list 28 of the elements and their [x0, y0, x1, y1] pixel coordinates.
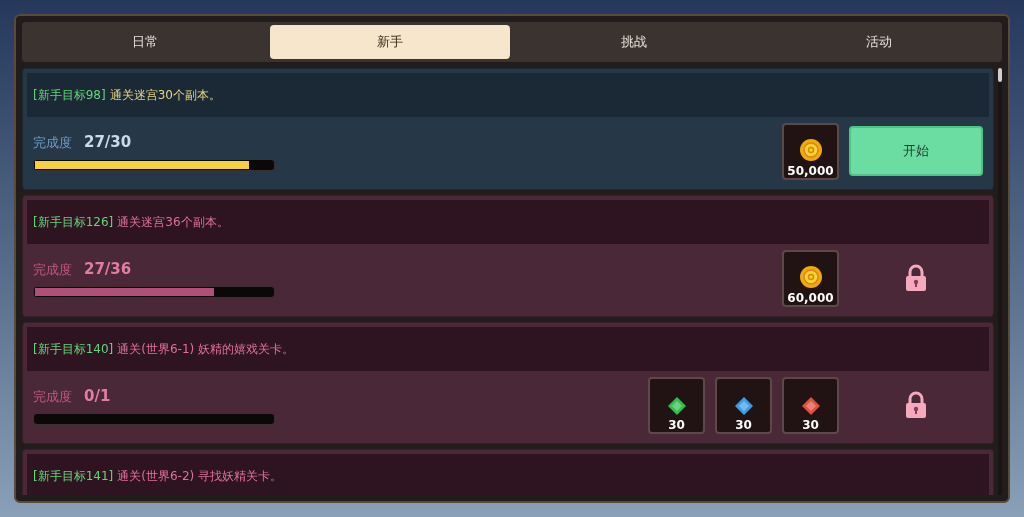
- progress-label: 完成度: [33, 260, 72, 279]
- tab[interactable]: 活动: [758, 25, 999, 59]
- reward-amount: 60,000: [787, 291, 834, 304]
- quest-description: 通关迷宫36个副本。: [117, 214, 229, 231]
- reward-amount: 30: [802, 418, 819, 431]
- tab[interactable]: 日常: [25, 25, 266, 59]
- lock-icon: [905, 264, 927, 292]
- coin-icon: [798, 264, 823, 289]
- tab[interactable]: 挑战: [514, 25, 755, 59]
- reward-amount: 50,000: [787, 164, 834, 177]
- progress-value: 0/1: [84, 385, 111, 407]
- quest-description: 通关(世界6-2) 寻找妖精关卡。: [117, 468, 283, 485]
- quest-description: 通关迷宫30个副本。: [109, 87, 221, 104]
- start-button[interactable]: 开始: [849, 126, 983, 176]
- progress-label: 完成度: [33, 133, 72, 152]
- quest-tag: [新手目标98]: [33, 86, 106, 104]
- quest-tag: [新手目标126]: [33, 213, 114, 231]
- coin-icon: [798, 137, 823, 162]
- quest-tag: [新手目标140]: [33, 340, 114, 358]
- tab[interactable]: 新手: [269, 25, 510, 59]
- lock-icon: [905, 391, 927, 419]
- progress-value: 27/36: [84, 258, 132, 280]
- reward-amount: 30: [735, 418, 752, 431]
- progress-value: 27/30: [84, 131, 132, 153]
- reward-amount: 30: [668, 418, 685, 431]
- progress-label: 完成度: [33, 387, 72, 406]
- quest-description: 通关(世界6-1) 妖精的嬉戏关卡。: [117, 341, 295, 358]
- quest-tag: [新手目标141]: [33, 467, 114, 485]
